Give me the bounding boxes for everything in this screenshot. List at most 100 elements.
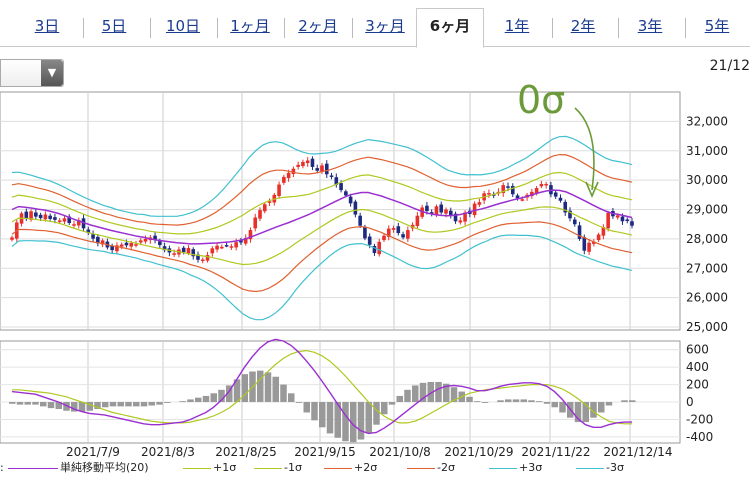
macd-tick-label: 0 — [686, 395, 694, 409]
macd-histogram-bar — [551, 402, 558, 408]
legend-item-minus1: -1σ — [254, 460, 302, 476]
legend-swatch — [489, 467, 517, 469]
candle-body — [186, 248, 191, 254]
macd-histogram-bar — [303, 402, 310, 413]
candle-body — [367, 236, 372, 245]
legend-label: -2σ — [437, 461, 455, 474]
macd-histogram-bar — [543, 402, 551, 404]
macd-histogram-bar — [148, 402, 155, 406]
macd-histogram-bar — [210, 393, 217, 403]
candle-body — [363, 226, 367, 239]
candle-body — [377, 241, 382, 255]
candle-body — [344, 191, 348, 196]
macd-histogram-bar — [179, 401, 186, 403]
macd-histogram-bar — [365, 402, 372, 434]
minus-2-sigma-line — [11, 221, 633, 293]
plus-3-sigma-line — [11, 135, 633, 217]
candle-body — [258, 210, 262, 219]
legend-prefix: : — [0, 461, 4, 474]
legend-item-minus3: -3σ — [576, 460, 624, 476]
macd-histogram-bar — [629, 400, 636, 403]
candle-body — [91, 234, 95, 239]
candle-body — [296, 164, 300, 167]
y-tick-label: 25,000 — [686, 320, 728, 334]
candle-body — [458, 220, 463, 223]
macd-histogram-bar — [466, 396, 473, 403]
macd-histogram-bar — [373, 402, 380, 425]
macd-histogram-bar — [357, 402, 365, 440]
legend-item-minus2: -2σ — [407, 460, 455, 476]
candle-body — [348, 196, 353, 204]
macd-histogram-bar — [9, 402, 16, 404]
macd-histogram-bar — [536, 401, 543, 403]
x-tick-label: 2021/9/15 — [294, 445, 356, 459]
candle-body — [539, 183, 544, 187]
candle-body — [620, 216, 625, 222]
legend-swatch — [8, 467, 58, 469]
macd-histogram-bar — [319, 402, 326, 428]
candle-body — [43, 214, 48, 220]
candle-body — [282, 176, 286, 183]
x-tick-label: 2021/10/29 — [444, 445, 513, 459]
candle-body — [615, 215, 620, 218]
main-panel-frame — [0, 91, 681, 331]
candle-body — [262, 204, 267, 212]
candle-body — [506, 186, 510, 188]
y-tick-label: 29,000 — [686, 203, 728, 217]
legend-swatch — [576, 467, 604, 469]
macd-histogram-bar — [621, 400, 628, 403]
candle-body — [558, 197, 563, 201]
candle-body — [396, 226, 401, 234]
candle-body — [200, 259, 205, 261]
x-tick-label: 2021/8/25 — [215, 445, 277, 459]
candle-body — [572, 219, 577, 225]
candle-body — [277, 184, 281, 197]
macd-histogram-bar — [342, 402, 349, 442]
candle-body — [329, 175, 334, 177]
candle-body — [24, 211, 29, 219]
candle-body — [324, 163, 329, 175]
zero-sigma-annotation: 0σ — [517, 78, 565, 122]
plus-1-sigma-line — [11, 171, 633, 235]
macd-histogram-bar — [47, 402, 55, 409]
candle-body — [124, 242, 129, 246]
candle-body — [415, 215, 420, 226]
candle-body — [301, 161, 305, 167]
macd-histogram-bar — [272, 376, 279, 403]
candle-body — [587, 242, 591, 252]
legend-swatch — [254, 467, 282, 469]
y-tick-label: 30,000 — [686, 173, 728, 187]
candle-body — [62, 218, 67, 222]
x-tick-label: 2021/7/9 — [66, 445, 120, 459]
candle-body — [425, 205, 429, 211]
macd-histogram-bar — [257, 370, 264, 403]
candle-body — [625, 219, 630, 222]
candle-body — [181, 247, 186, 253]
macd-histogram-bar — [474, 401, 481, 403]
legend-label: +3σ — [519, 461, 543, 474]
macd-histogram-bar — [288, 393, 295, 403]
legend-item-plus2: +2σ — [324, 460, 377, 476]
macd-histogram-bar — [528, 400, 535, 403]
macd-histogram-bar — [241, 374, 248, 403]
candle-body — [477, 202, 482, 205]
macd-histogram-bar — [109, 402, 117, 407]
macd-histogram-bar — [40, 402, 47, 407]
candle-body — [353, 201, 358, 215]
legend-swatch — [324, 467, 352, 469]
macd-histogram-bar — [125, 402, 132, 407]
chart-legend: : 単純移動平均(20) +1σ -1σ +2σ -2σ +3σ -3σ — [0, 460, 750, 476]
macd-histogram-bar — [605, 402, 613, 406]
candle-body — [138, 240, 143, 243]
macd-histogram-bar — [102, 402, 109, 408]
y-tick-label: 26,000 — [686, 291, 728, 305]
candle-body — [210, 248, 215, 254]
macd-histogram-bar — [497, 400, 504, 403]
candle-body — [606, 212, 610, 229]
macd-histogram-bar — [32, 402, 39, 405]
candle-body — [234, 242, 238, 248]
stock-chart: 32,000 31,000 30,000 29,000 28,000 27,000 26,0… — [0, 78, 728, 459]
macd-histogram-bar — [435, 381, 442, 403]
legend-label: +1σ — [213, 461, 237, 474]
candle-body — [53, 217, 57, 220]
